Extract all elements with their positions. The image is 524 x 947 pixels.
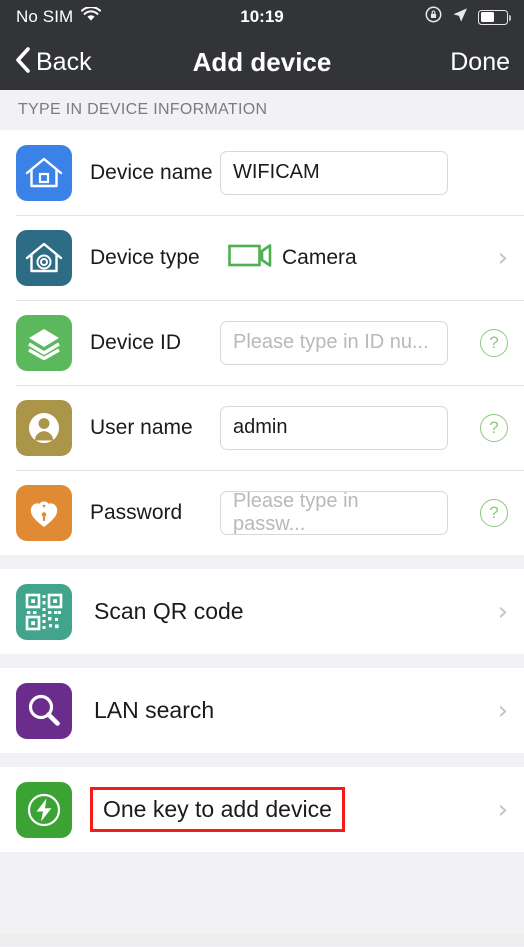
row-user-name[interactable]: User name admin ? [0,385,524,470]
done-button[interactable]: Done [450,48,510,77]
device-id-help-icon[interactable]: ? [480,328,508,357]
group-separator [0,654,524,668]
bottom-strip [0,934,524,946]
lan-search-group: LAN search › [0,668,524,753]
row-device-type[interactable]: Device type Camera › [0,215,524,300]
device-name-input[interactable]: WIFICAM [220,150,448,195]
row-password[interactable]: Password Please type in passw... ? [0,470,524,555]
status-bar-left: No SIM [16,6,240,27]
wifi-icon [81,6,102,27]
layers-icon [16,314,72,371]
password-input[interactable]: Please type in passw... [220,490,448,535]
row-label-password: Password [90,500,183,524]
back-button[interactable]: Back [14,46,92,79]
row-label-user-name: User name [90,415,193,439]
group-separator [0,753,524,767]
one-key-add-group: One key to add device › [0,767,524,852]
battery-icon [478,9,512,25]
lightning-bolt-icon [16,781,72,838]
chevron-right-icon: › [497,596,508,627]
user-name-help-icon[interactable]: ? [480,413,508,442]
chevron-right-icon: › [497,242,508,273]
navigation-bar: Back Add device Done [0,34,524,90]
status-bar-right [284,6,512,28]
password-help-icon[interactable]: ? [480,498,508,527]
clock-label: 10:19 [240,7,284,26]
row-one-key-add-device[interactable]: One key to add device › [0,767,524,852]
row-label-device-name: Device name [90,160,213,184]
row-device-id[interactable]: Device ID Please type in ID nu... ? [0,300,524,385]
heart-lock-icon [16,484,72,541]
house-icon [16,144,72,201]
back-button-label: Back [36,47,92,76]
qr-code-icon [16,583,72,640]
one-key-highlight-box: One key to add device [90,787,345,832]
house-camera-icon [16,229,72,286]
row-label-scan-qr-code: Scan QR code [94,598,244,624]
row-scan-qr-code[interactable]: Scan QR code › [0,569,524,654]
group-separator [0,555,524,569]
row-label-one-key-add-device: One key to add device [103,796,332,822]
chevron-left-icon [14,46,31,79]
status-bar: No SIM 10:19 [0,0,524,34]
rotation-lock-icon [425,6,442,28]
row-lan-search[interactable]: LAN search › [0,668,524,753]
location-arrow-icon [452,7,468,28]
device-type-label: Camera [282,245,357,269]
chevron-right-icon: › [497,794,508,825]
row-label-lan-search: LAN search [94,697,215,723]
empty-area [0,852,524,934]
scan-qr-group: Scan QR code › [0,569,524,654]
person-icon [16,399,72,456]
device-information-group: Device name WIFICAM Device type Camera › [0,130,524,555]
device-id-input[interactable]: Please type in ID nu... [220,320,448,365]
carrier-label: No SIM [16,7,74,26]
row-label-device-type: Device type [90,245,200,269]
chevron-right-icon: › [497,695,508,726]
row-device-name[interactable]: Device name WIFICAM [0,130,524,215]
user-name-input[interactable]: admin [220,405,448,450]
camcorder-icon [228,241,274,275]
status-bar-center: 10:19 [240,7,283,27]
magnifier-icon [16,682,72,739]
device-type-value[interactable]: Camera [228,241,357,275]
section-header: TYPE IN DEVICE INFORMATION [0,90,524,130]
row-label-device-id: Device ID [90,330,182,354]
